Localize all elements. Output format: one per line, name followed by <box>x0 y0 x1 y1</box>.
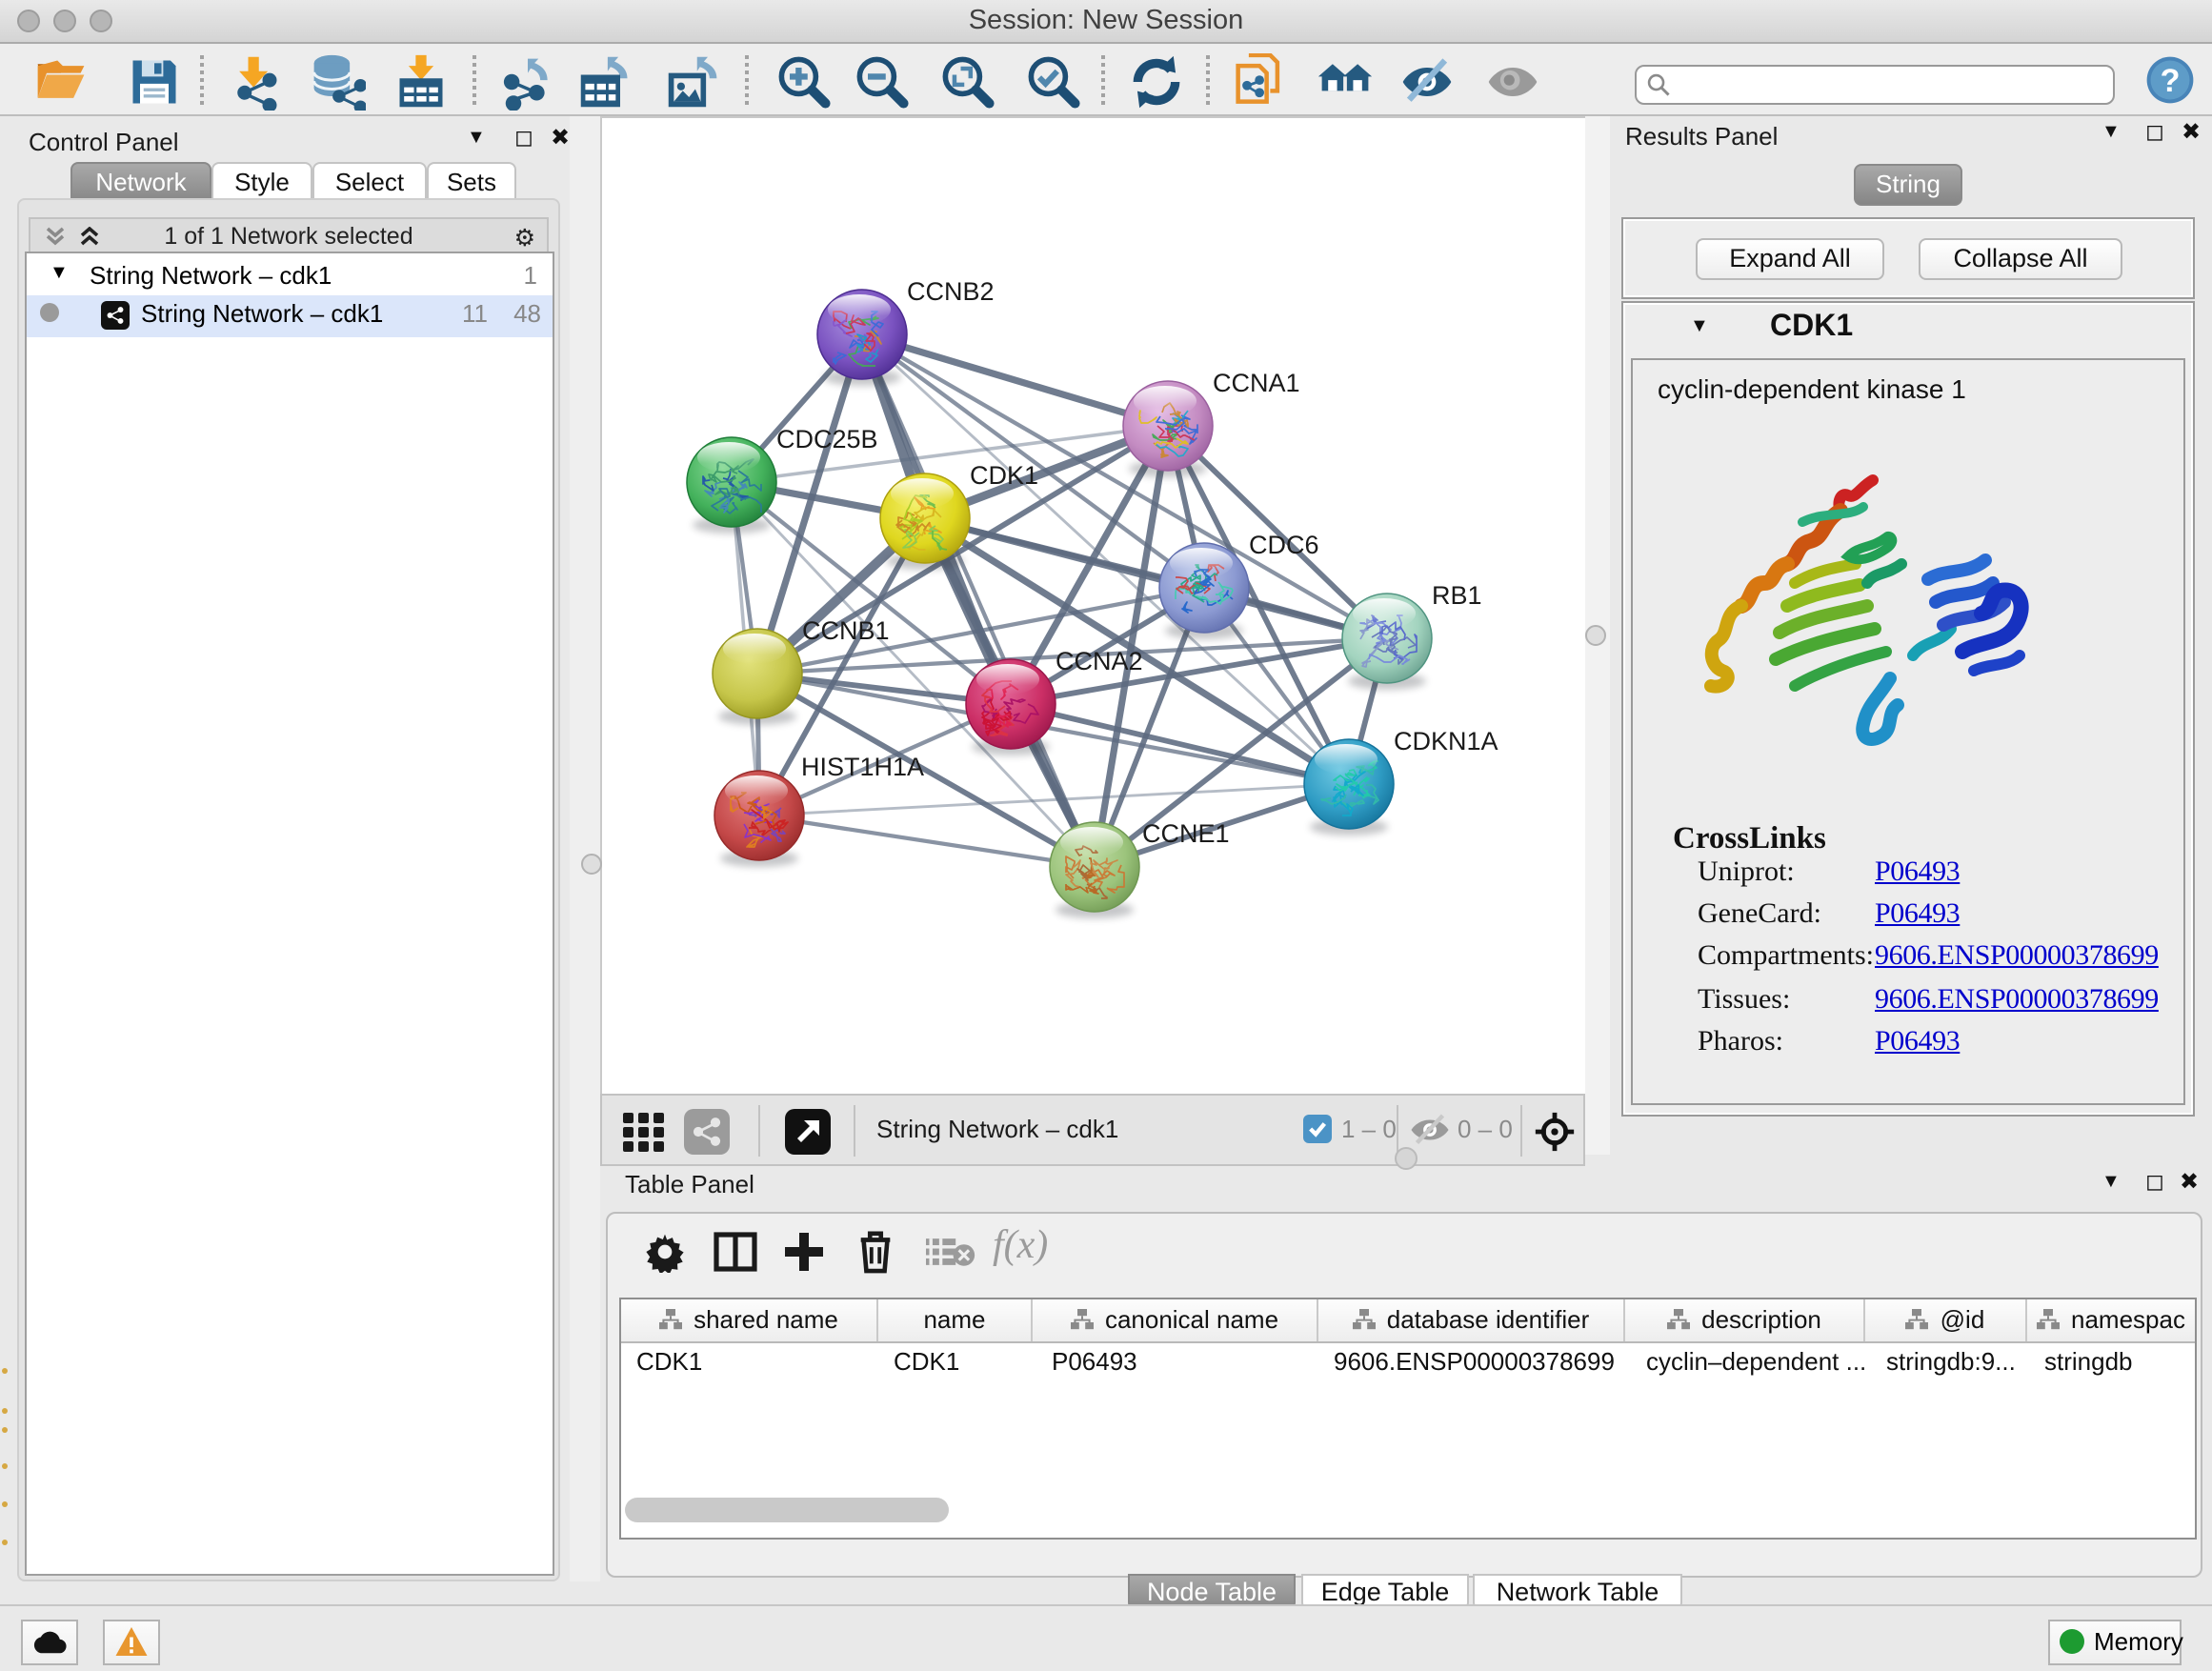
svg-text:CCNA2: CCNA2 <box>1056 647 1143 675</box>
svg-text:HIST1H1A: HIST1H1A <box>801 753 924 781</box>
svg-text:CDK1: CDK1 <box>970 461 1038 490</box>
svg-text:CCNE1: CCNE1 <box>1142 819 1230 848</box>
svg-text:CCNB2: CCNB2 <box>907 277 995 306</box>
svg-text:CDKN1A: CDKN1A <box>1394 727 1498 755</box>
svg-text:CCNA1: CCNA1 <box>1213 369 1300 397</box>
svg-text:?: ? <box>2161 63 2181 99</box>
svg-text:RB1: RB1 <box>1432 581 1482 610</box>
svg-text:CCNB1: CCNB1 <box>802 616 890 645</box>
svg-text:CDC6: CDC6 <box>1249 531 1319 559</box>
svg-text:CDC25B: CDC25B <box>776 425 878 453</box>
